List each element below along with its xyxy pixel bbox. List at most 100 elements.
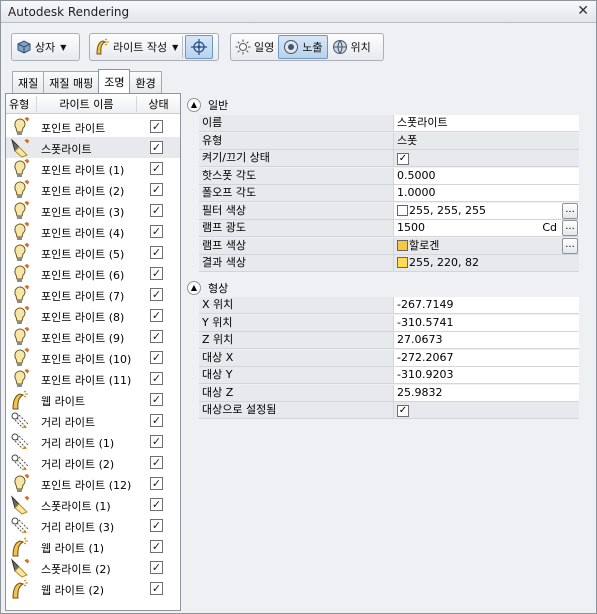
shape-section-header[interactable]: ▲ 형상 xyxy=(187,279,228,297)
light-on-checkbox[interactable]: ✓ xyxy=(150,309,163,322)
light-on-checkbox[interactable]: ✓ xyxy=(150,519,163,532)
create-light-dropdown-button[interactable]: 라이트 작성 ▼ xyxy=(90,34,182,60)
property-label: 결과 색상 xyxy=(199,255,393,272)
light-on-checkbox[interactable]: ✓ xyxy=(150,498,163,511)
property-value-cell[interactable]: 0.5000 xyxy=(393,167,579,185)
property-value-cell: ✓ xyxy=(393,150,579,167)
ellipsis-button[interactable]: ... xyxy=(562,220,578,236)
light-list-item[interactable]: 포인트 라이트 (9) ✓ xyxy=(6,326,180,347)
property-value-cell[interactable]: 1.0000 xyxy=(393,185,579,202)
exposure-button[interactable]: 노출 xyxy=(278,35,328,59)
column-state[interactable]: 상태 xyxy=(136,95,180,112)
property-value: 1.0000 xyxy=(397,186,436,199)
light-name: 거리 라이트 xyxy=(41,416,96,429)
box-dropdown-button[interactable]: 상자 ▼ xyxy=(12,34,70,60)
column-light-name[interactable]: 라이트 이름 xyxy=(36,95,136,112)
light-on-checkbox[interactable]: ✓ xyxy=(150,351,163,364)
property-value-cell[interactable]: 255, 255, 255... xyxy=(393,202,579,220)
property-checkbox[interactable]: ✓ xyxy=(397,153,409,165)
light-name: 포인트 라이트 (9) xyxy=(41,332,125,345)
property-value: 할로겐 xyxy=(409,238,440,252)
light-list-item[interactable]: 스폿라이트 ✓ xyxy=(6,137,180,158)
sun-button[interactable]: 일영 xyxy=(231,34,278,60)
property-row: 대상 Y -310.9203 xyxy=(199,367,579,385)
property-value-cell[interactable]: 27.0673 xyxy=(393,332,579,349)
collapse-icon[interactable]: ▲ xyxy=(187,98,201,112)
property-checkbox[interactable]: ✓ xyxy=(397,405,409,417)
property-row: 램프 색상 할로겐... xyxy=(199,237,579,256)
property-value-cell[interactable]: -272.2067 xyxy=(393,349,579,367)
light-name: 거리 라이트 (1) xyxy=(41,437,115,450)
light-list-item[interactable]: 포인트 라이트 (7) ✓ xyxy=(6,284,180,305)
property-value-cell[interactable]: -267.7149 xyxy=(393,297,579,314)
light-on-checkbox[interactable]: ✓ xyxy=(150,372,163,385)
column-type[interactable]: 유형 xyxy=(6,96,36,112)
light-list-item[interactable]: 포인트 라이트 (6) ✓ xyxy=(6,263,180,284)
light-on-checkbox[interactable]: ✓ xyxy=(150,183,163,196)
light-on-checkbox[interactable]: ✓ xyxy=(150,477,163,490)
light-list-item[interactable]: 포인트 라이트 (5) ✓ xyxy=(6,242,180,263)
point-light-icon xyxy=(10,368,32,389)
light-on-checkbox[interactable]: ✓ xyxy=(150,225,163,238)
close-icon[interactable]: ✕ xyxy=(577,3,589,19)
light-list-item[interactable]: 거리 라이트 (2) ✓ xyxy=(6,452,180,473)
light-on-checkbox[interactable]: ✓ xyxy=(150,288,163,301)
tab-lighting[interactable]: 조명 xyxy=(98,69,131,93)
property-value-cell[interactable]: 1500 Cd... xyxy=(393,220,579,237)
shape-properties: X 위치 -267.7149 Y 위치 -310.5741 Z 위치 27.0673 대상 … xyxy=(199,297,579,420)
light-list-item[interactable]: 스폿라이트 (2) ✓ xyxy=(6,557,180,578)
ellipsis-button[interactable]: ... xyxy=(562,202,578,219)
light-list-item[interactable]: 포인트 라이트 (10) ✓ xyxy=(6,347,180,368)
tab-material-mapping[interactable]: 재질 매핑 xyxy=(43,71,100,93)
light-list-item[interactable]: 거리 라이트 (1) ✓ xyxy=(6,431,180,452)
light-list-item[interactable]: 거리 라이트 ✓ xyxy=(6,410,180,431)
tab-environment[interactable]: 환경 xyxy=(129,71,162,93)
property-value-cell[interactable]: 25.9832 xyxy=(393,384,579,402)
light-list-item[interactable]: 포인트 라이트 (1) ✓ xyxy=(6,158,180,179)
light-on-checkbox[interactable]: ✓ xyxy=(150,435,163,448)
light-on-checkbox[interactable]: ✓ xyxy=(150,393,163,406)
light-on-checkbox[interactable]: ✓ xyxy=(150,456,163,469)
light-target-button[interactable] xyxy=(185,35,214,59)
property-label: 켜기/끄기 상태 xyxy=(199,150,393,167)
property-value-cell[interactable]: -310.9203 xyxy=(393,367,579,384)
light-on-checkbox[interactable]: ✓ xyxy=(150,120,163,133)
light-on-checkbox[interactable]: ✓ xyxy=(150,141,163,154)
light-list-item[interactable]: 스폿라이트 (1) ✓ xyxy=(6,494,180,515)
light-list-item[interactable]: 웹 라이트 (1) ✓ xyxy=(6,536,180,557)
light-on-checkbox[interactable]: ✓ xyxy=(150,162,163,175)
light-on-checkbox[interactable]: ✓ xyxy=(150,414,163,427)
light-list-item[interactable]: 포인트 라이트 (12) ✓ xyxy=(6,473,180,494)
light-list-item[interactable]: 거리 라이트 (3) ✓ xyxy=(6,515,180,536)
light-list-item[interactable]: 포인트 라이트 (4) ✓ xyxy=(6,221,180,242)
light-on-checkbox[interactable]: ✓ xyxy=(150,330,163,343)
light-list-item[interactable]: 포인트 라이트 ✓ xyxy=(6,116,180,137)
light-list-item[interactable]: 포인트 라이트 (3) ✓ xyxy=(6,200,180,221)
light-on-checkbox[interactable]: ✓ xyxy=(150,582,163,595)
light-on-checkbox[interactable]: ✓ xyxy=(150,204,163,217)
light-list-item[interactable]: 포인트 라이트 (2) ✓ xyxy=(6,179,180,200)
light-on-checkbox[interactable]: ✓ xyxy=(150,267,163,280)
tab-materials[interactable]: 재질 xyxy=(12,71,45,93)
light-list-panel: 유형 라이트 이름 상태 포인트 라이트 ✓ 스폿라이트 ✓ 포인트 라이트 (1) ✓ 포… xyxy=(5,93,181,611)
light-name: 스폿라이트 (1) xyxy=(41,500,111,513)
light-list-item[interactable]: 포인트 라이트 (8) ✓ xyxy=(6,305,180,326)
light-on-checkbox[interactable]: ✓ xyxy=(150,246,163,259)
globe-icon xyxy=(332,40,347,54)
collapse-icon[interactable]: ▲ xyxy=(187,281,201,295)
light-on-checkbox[interactable]: ✓ xyxy=(150,540,163,553)
chevron-down-icon: ▼ xyxy=(172,42,179,52)
property-value-cell[interactable]: -310.5741 xyxy=(393,314,579,332)
property-label: 대상 X xyxy=(199,349,393,367)
light-list-item[interactable]: 포인트 라이트 (11) ✓ xyxy=(6,368,180,389)
light-name: 포인트 라이트 (10) xyxy=(41,353,132,366)
property-label: 대상 Y xyxy=(199,367,393,384)
light-list-item[interactable]: 웹 라이트 (2) ✓ xyxy=(6,578,180,599)
property-value-cell[interactable]: 스폿라이트 xyxy=(393,115,579,132)
light-on-checkbox[interactable]: ✓ xyxy=(150,561,163,574)
location-button[interactable]: 위치 xyxy=(328,34,375,60)
general-section-header[interactable]: ▲ 일반 xyxy=(187,96,228,114)
ellipsis-button[interactable]: ... xyxy=(562,237,578,254)
light-name: 포인트 라이트 xyxy=(41,122,106,135)
light-list-item[interactable]: 웹 라이트 ✓ xyxy=(6,389,180,410)
